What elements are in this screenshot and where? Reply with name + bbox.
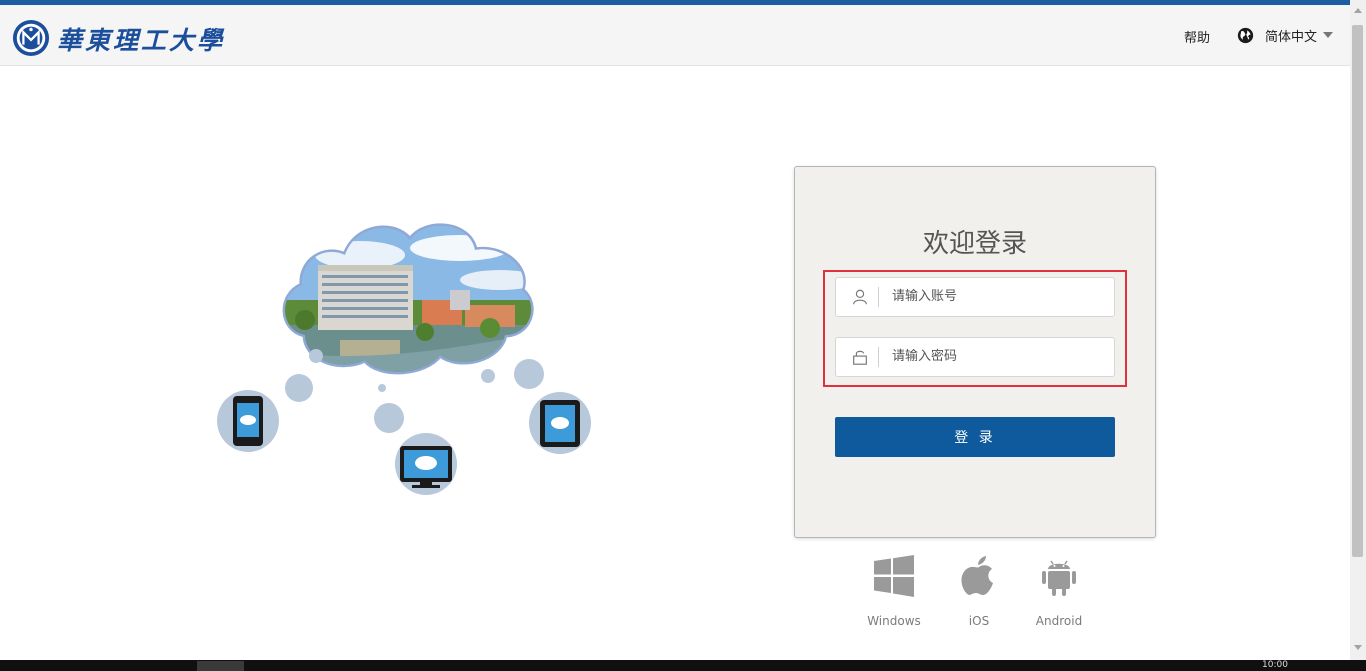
apple-icon xyxy=(961,556,993,595)
scroll-thumb[interactable] xyxy=(1352,25,1363,557)
campus-cloud-illustration xyxy=(217,223,591,495)
password-input[interactable] xyxy=(892,346,1102,366)
scroll-up-arrow-icon[interactable] xyxy=(1354,8,1362,13)
input-separator xyxy=(878,347,879,367)
platform-label: Windows xyxy=(867,614,921,628)
login-card: 欢迎登录 登 录 xyxy=(794,166,1156,538)
android-icon xyxy=(1042,560,1076,596)
windows-icon xyxy=(874,555,914,597)
platform-android[interactable]: Android xyxy=(1024,555,1094,628)
password-field-wrapper[interactable] xyxy=(835,337,1115,377)
page: 華東理工大學 帮助 简体中文 欢迎登录 请输入账号 登 录 Windows iO… xyxy=(0,0,1366,671)
lock-icon xyxy=(853,350,867,365)
input-separator xyxy=(878,287,879,307)
platform-ios[interactable]: iOS xyxy=(944,555,1014,628)
login-button[interactable]: 登 录 xyxy=(835,417,1115,457)
platform-windows[interactable]: Windows xyxy=(859,555,929,628)
username-input[interactable] xyxy=(892,286,1102,306)
login-title: 欢迎登录 xyxy=(922,229,1027,259)
university-name[interactable]: 華東理工大學 xyxy=(57,21,225,57)
taskbar-clock: 10:00 xyxy=(1262,660,1288,670)
language-label: 简体中文 xyxy=(1265,29,1318,45)
platform-label: iOS xyxy=(968,614,990,628)
user-icon xyxy=(853,289,867,305)
university-emblem-icon[interactable] xyxy=(12,19,50,57)
vertical-scrollbar[interactable] xyxy=(1350,0,1366,660)
help-link[interactable]: 帮助 xyxy=(1184,27,1210,46)
scroll-down-arrow-icon[interactable] xyxy=(1354,645,1362,650)
header: 華東理工大學 帮助 简体中文 xyxy=(0,5,1350,66)
chevron-down-icon xyxy=(1323,32,1334,38)
language-selector[interactable]: 简体中文 xyxy=(1237,24,1334,46)
globe-icon xyxy=(1237,27,1254,43)
platform-downloads: Windows iOS Android xyxy=(859,555,1084,635)
username-field-wrapper[interactable] xyxy=(835,277,1115,317)
taskbar-active-item[interactable] xyxy=(197,661,244,671)
platform-label: Android xyxy=(1035,614,1083,628)
taskbar: 10:00 xyxy=(0,660,1366,671)
